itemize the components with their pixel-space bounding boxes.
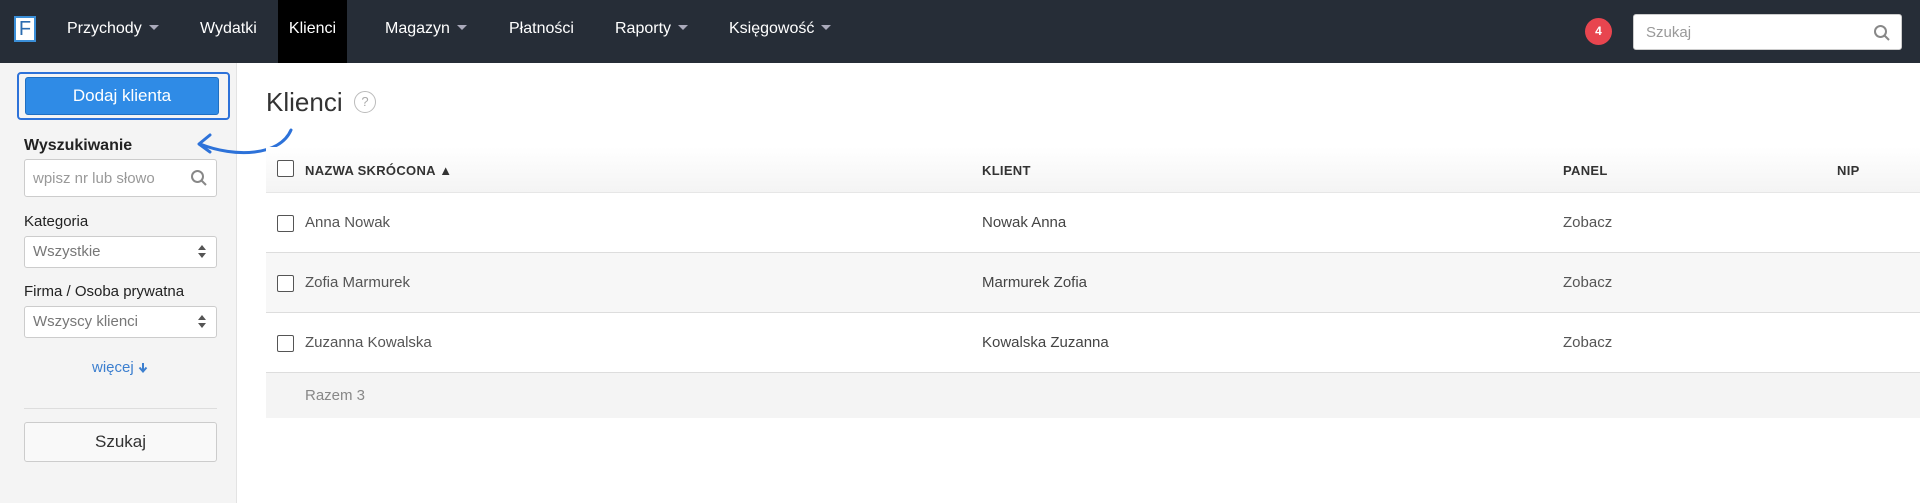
- row-panel-link[interactable]: Zobacz: [1563, 214, 1612, 231]
- row-client: Nowak Anna: [982, 214, 1067, 231]
- row-checkbox[interactable]: [277, 275, 294, 292]
- column-header-client[interactable]: KLIENT: [982, 163, 1031, 178]
- sidebar-search-button[interactable]: Szukaj: [24, 422, 217, 462]
- caret-down-icon: [821, 25, 832, 31]
- column-header-panel[interactable]: PANEL: [1563, 163, 1608, 178]
- caret-down-icon: [456, 25, 467, 31]
- caret-down-icon: [148, 25, 159, 31]
- search-label: Wyszukiwanie: [24, 137, 133, 154]
- column-header-short-name[interactable]: NAZWA SKRÓCONA ▲: [305, 163, 452, 178]
- nav-item-przychody[interactable]: Przychody: [67, 0, 159, 63]
- nav-item-label: Klienci: [288, 20, 337, 37]
- row-short-name[interactable]: Anna Nowak: [305, 214, 390, 231]
- nav-item-platnosci[interactable]: Płatności: [509, 0, 574, 63]
- category-label: Kategoria: [24, 213, 89, 230]
- table-footer: Razem 3: [266, 373, 1920, 418]
- client-type-label: Firma / Osoba prywatna: [24, 283, 185, 300]
- top-navbar: F Przychody Wydatki Klienci Magazyn Płat…: [0, 0, 1920, 63]
- nav-item-label: Wydatki: [200, 20, 257, 37]
- search-icon[interactable]: [1873, 24, 1891, 46]
- select-arrows-icon: [198, 245, 206, 259]
- table-row: Anna Nowak Nowak Anna Zobacz: [266, 193, 1920, 253]
- table-row: Zuzanna Kowalska Kowalska Zuzanna Zobacz: [266, 313, 1920, 373]
- select-arrows-icon: [198, 315, 206, 329]
- nav-item-label: Przychody: [67, 20, 142, 37]
- more-filters-label: więcej: [92, 359, 134, 376]
- row-panel-link[interactable]: Zobacz: [1563, 334, 1612, 351]
- nav-item-klienci[interactable]: Klienci: [278, 0, 347, 63]
- caret-down-icon: [678, 25, 689, 31]
- row-short-name[interactable]: Zuzanna Kowalska: [305, 334, 432, 351]
- row-checkbox[interactable]: [277, 335, 294, 352]
- nav-item-label: Płatności: [509, 20, 574, 37]
- app-logo[interactable]: F: [14, 16, 36, 42]
- clients-table: NAZWA SKRÓCONA ▲ KLIENT PANEL NIP Anna N…: [266, 147, 1920, 418]
- nav-item-label: Księgowość: [729, 20, 815, 37]
- sidebar-search-input[interactable]: [25, 160, 175, 196]
- row-client: Kowalska Zuzanna: [982, 334, 1109, 351]
- select-all-checkbox[interactable]: [277, 160, 294, 177]
- global-search: [1633, 14, 1902, 50]
- page-title: Klienci: [266, 87, 343, 117]
- row-short-name[interactable]: Zofia Marmurek: [305, 274, 410, 291]
- global-search-input[interactable]: [1634, 15, 1854, 49]
- row-client: Marmurek Zofia: [982, 274, 1088, 291]
- more-filters-link[interactable]: więcej: [92, 359, 148, 376]
- nav-item-wydatki[interactable]: Wydatki: [200, 0, 257, 63]
- nav-item-raporty[interactable]: Raporty: [615, 0, 689, 63]
- row-checkbox[interactable]: [277, 215, 294, 232]
- column-header-nip[interactable]: NIP: [1837, 163, 1860, 178]
- nav-item-label: Magazyn: [385, 20, 450, 37]
- sidebar-search-field: [24, 159, 217, 197]
- help-icon[interactable]: ?: [354, 91, 376, 113]
- category-select-value: Wszystkie: [33, 243, 101, 260]
- add-client-button[interactable]: Dodaj klienta: [25, 77, 219, 115]
- arrow-down-icon: [138, 359, 148, 376]
- nav-item-ksiegowosc[interactable]: Księgowość: [729, 0, 832, 63]
- nav-item-label: Raporty: [615, 20, 672, 37]
- notification-badge[interactable]: 4: [1585, 18, 1612, 45]
- sidebar-divider: [24, 408, 217, 409]
- search-icon[interactable]: [190, 169, 208, 191]
- table-row: Zofia Marmurek Marmurek Zofia Zobacz: [266, 253, 1920, 313]
- client-type-select-value: Wszyscy klienci: [33, 313, 139, 330]
- total-count: Razem 3: [305, 387, 366, 404]
- table-header: NAZWA SKRÓCONA ▲ KLIENT PANEL NIP: [266, 147, 1920, 193]
- client-type-select[interactable]: Wszyscy klienci: [24, 306, 217, 338]
- row-panel-link[interactable]: Zobacz: [1563, 274, 1612, 291]
- nav-item-magazyn[interactable]: Magazyn: [385, 0, 467, 63]
- category-select[interactable]: Wszystkie: [24, 236, 217, 268]
